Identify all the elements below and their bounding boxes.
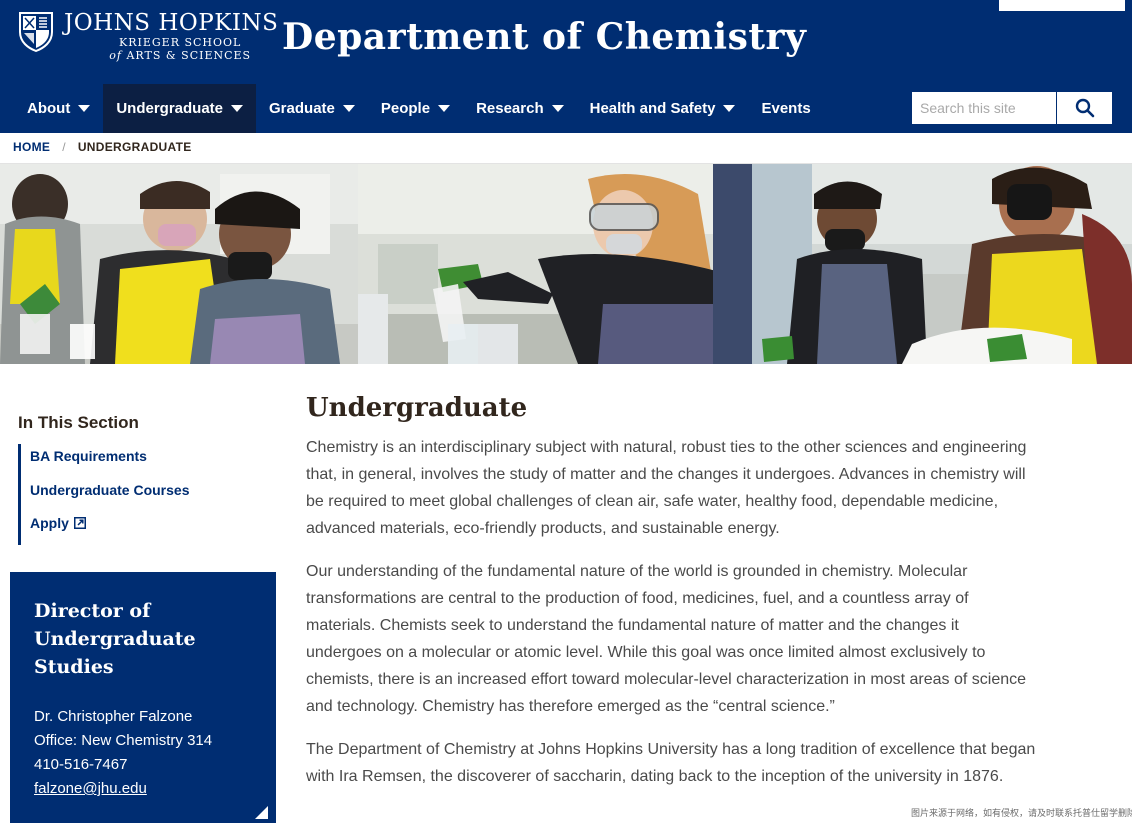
nav-item-research[interactable]: Research — [463, 84, 577, 133]
nav-item-label: Events — [761, 100, 811, 117]
logo-of-text: of — [109, 49, 122, 62]
jhu-logo[interactable]: JOHNS HOPKINS KRIEGER SCHOOL of ARTS & S… — [16, 10, 278, 62]
nav-item-health-and-safety[interactable]: Health and Safety — [577, 84, 749, 133]
director-card: Director of Undergraduate Studies Dr. Ch… — [10, 572, 276, 823]
director-name: Dr. Christopher Falzone — [34, 708, 193, 725]
intro-paragraph: Chemistry is an interdisciplinary subjec… — [306, 439, 1027, 537]
caret-down-icon — [438, 105, 451, 112]
search-icon — [1075, 98, 1094, 118]
watermark-text: 图片来源于网络，如有侵权，请及时联系托普仕留学删除 — [911, 809, 1132, 819]
nav-item-label: Health and Safety — [589, 100, 716, 117]
caret-down-icon — [342, 105, 355, 112]
department-title[interactable]: Department of Chemistry — [282, 16, 806, 58]
sidebar-heading: In This Section — [18, 413, 139, 432]
search-input[interactable] — [912, 92, 1056, 124]
nav-item-graduate[interactable]: Graduate — [256, 84, 368, 133]
director-office: Office: New Chemistry 314 — [34, 732, 213, 749]
section-nav: BA Requirements Undergraduate Courses Ap… — [18, 444, 218, 545]
jhu-shield-icon — [19, 12, 53, 52]
sidebar-link-ba-requirements[interactable]: BA Requirements — [21, 444, 218, 478]
history-paragraph: The Department of Chemistry at Johns Hop… — [306, 741, 1036, 785]
breadcrumb-current: UNDERGRADUATE — [77, 140, 192, 154]
site-header: JOHNS HOPKINS KRIEGER SCHOOL of ARTS & S… — [0, 0, 1132, 133]
nav-item-people[interactable]: People — [368, 84, 463, 133]
main-nav: About Undergraduate Graduate People Rese… — [14, 84, 824, 133]
logo-arts-text: of ARTS & SCIENCES — [64, 49, 278, 62]
lab-photo-left — [0, 164, 358, 364]
logo-main-text: JOHNS HOPKINS — [64, 10, 279, 36]
banner-photo-reading — [752, 164, 1132, 364]
director-email-link[interactable]: falzone@jhu.edu — [34, 780, 147, 797]
nav-item-label: Research — [476, 100, 544, 117]
director-contact: Dr. Christopher Falzone Office: New Chem… — [34, 705, 252, 801]
lab-photo-middle — [358, 164, 752, 364]
body-paragraph: Our understanding of the fundamental nat… — [306, 563, 1027, 715]
nav-item-events[interactable]: Events — [748, 84, 823, 133]
sidebar-link-undergraduate-courses[interactable]: Undergraduate Courses — [21, 478, 218, 512]
utility-box — [999, 0, 1125, 11]
caret-down-icon — [78, 105, 91, 112]
page-title: Undergraduate — [306, 393, 528, 423]
corner-triangle-icon — [255, 806, 268, 819]
director-card-title: Director of Undergraduate Studies — [34, 600, 196, 678]
hero-banner — [0, 164, 1132, 364]
logo-wordmark: JOHNS HOPKINS KRIEGER SCHOOL of ARTS & S… — [64, 10, 278, 62]
caret-down-icon — [723, 105, 736, 112]
sidebar-link-label: Apply — [30, 515, 69, 531]
breadcrumb-home-link[interactable]: HOME — [13, 140, 50, 154]
banner-photo-pouring — [358, 164, 752, 364]
banner-photo-students-lab — [0, 164, 358, 364]
logo-school-text: KRIEGER SCHOOL — [119, 36, 242, 49]
nav-item-label: About — [27, 100, 71, 117]
logo-arts-sciences-text: ARTS & SCIENCES — [126, 49, 252, 62]
breadcrumb-separator: / — [62, 140, 66, 154]
main-content: Undergraduate Chemistry is an interdisci… — [306, 390, 1036, 790]
nav-item-label: Graduate — [269, 100, 335, 117]
lab-photo-right — [752, 164, 1132, 364]
search-button[interactable] — [1056, 92, 1112, 124]
caret-down-icon — [231, 105, 244, 112]
director-phone: 410-516-7467 — [34, 756, 128, 773]
nav-item-label: Undergraduate — [116, 100, 224, 117]
site-search — [912, 92, 1112, 124]
nav-item-undergraduate[interactable]: Undergraduate — [103, 84, 257, 133]
nav-item-about[interactable]: About — [14, 84, 103, 133]
external-link-icon — [73, 517, 86, 529]
breadcrumb: HOME / UNDERGRADUATE — [13, 140, 192, 154]
caret-down-icon — [551, 105, 564, 112]
nav-item-label: People — [380, 100, 431, 117]
sidebar-link-apply[interactable]: Apply — [21, 511, 218, 545]
